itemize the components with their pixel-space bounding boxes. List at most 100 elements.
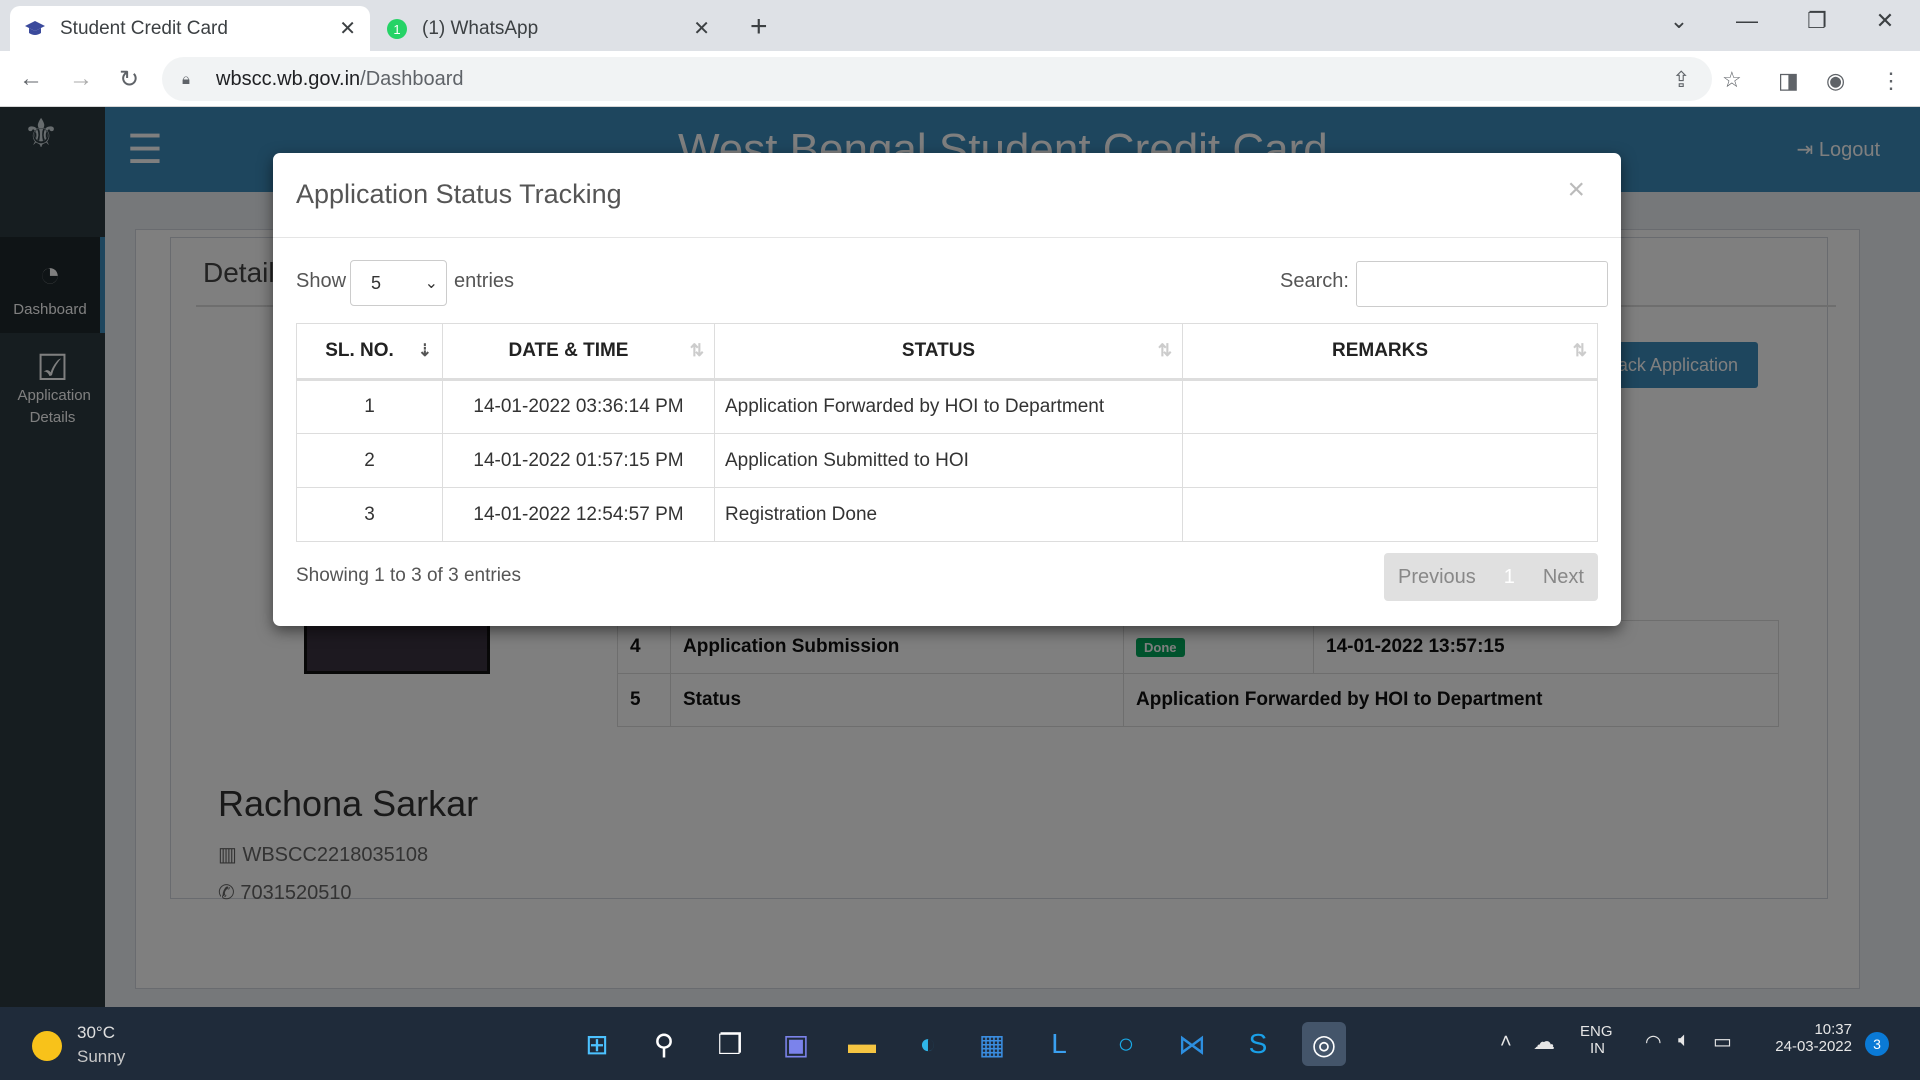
column-header-sl-no[interactable]: SL. NO. ⇣ xyxy=(296,323,443,381)
windows-start-icon[interactable]: ⊞ xyxy=(575,1022,619,1066)
search-icon[interactable]: ⚲ xyxy=(642,1022,686,1066)
column-header-label: SL. NO. xyxy=(325,340,394,361)
window-close-icon[interactable]: ✕ xyxy=(1865,8,1905,34)
table-info: Showing 1 to 3 of 3 entries xyxy=(296,565,521,586)
address-bar[interactable]: 🔒︎ wbscc.wb.gov.in/Dashboard ⇪ ☆ xyxy=(162,57,1742,101)
back-arrow-icon[interactable]: ← xyxy=(14,62,48,96)
clock-date: 24-03-2022 xyxy=(1775,1038,1852,1055)
sort-icon: ⇅ xyxy=(1157,341,1172,360)
previous-button[interactable]: Previous xyxy=(1398,566,1476,589)
chrome-icon[interactable]: ◎ xyxy=(1302,1022,1346,1066)
notification-count-badge[interactable]: 3 xyxy=(1865,1032,1889,1056)
restore-icon[interactable]: ❐ xyxy=(1797,8,1837,34)
share-icon[interactable]: ⇪ xyxy=(1672,67,1690,93)
wifi-icon[interactable]: ◠ xyxy=(1645,1031,1662,1054)
cell-status: Registration Done xyxy=(714,487,1183,542)
modal-header: Application Status Tracking × xyxy=(273,153,1621,238)
browser-tab-bar: Student Credit Card ✕ 1 (1) WhatsApp ✕ +… xyxy=(0,0,1920,51)
close-icon[interactable]: × xyxy=(1567,173,1585,207)
url-host: wbscc.wb.gov.in xyxy=(216,67,361,90)
cell-sl-no: 3 xyxy=(296,487,443,542)
language-code: ENG xyxy=(1580,1023,1613,1040)
task-view-icon[interactable]: ❐ xyxy=(708,1022,752,1066)
sort-ascending-icon: ⇣ xyxy=(417,341,432,360)
cell-status: Application Submitted to HOI xyxy=(714,433,1183,488)
cell-remarks xyxy=(1182,433,1598,488)
close-tab-icon[interactable]: ✕ xyxy=(693,16,710,41)
minimize-icon[interactable]: — xyxy=(1727,8,1767,34)
column-header-date-time[interactable]: DATE & TIME ⇅ xyxy=(442,323,715,381)
browser-toolbar: ← → ↻ 🔒︎ wbscc.wb.gov.in/Dashboard ⇪ ☆ ◨… xyxy=(0,51,1920,107)
cortana-icon[interactable]: ○ xyxy=(1104,1022,1148,1066)
table-header-row: SL. NO. ⇣ DATE & TIME ⇅ STATUS ⇅ REMARKS ⇅ xyxy=(296,323,1598,381)
url-path: /Dashboard xyxy=(360,67,464,90)
region-code: IN xyxy=(1590,1040,1605,1057)
sort-icon: ⇅ xyxy=(689,341,704,360)
profile-avatar-icon[interactable]: ◉ xyxy=(1826,68,1845,94)
tab-whatsapp[interactable]: 1 (1) WhatsApp ✕ xyxy=(372,6,724,51)
cell-datetime: 14-01-2022 03:36:14 PM xyxy=(442,379,715,434)
show-label: Show xyxy=(296,270,347,292)
skype-icon[interactable]: S xyxy=(1236,1022,1280,1066)
next-button[interactable]: Next xyxy=(1543,566,1584,589)
svg-text:1: 1 xyxy=(393,22,400,37)
column-header-label: REMARKS xyxy=(1331,340,1429,361)
table-row: 2 14-01-2022 01:57:15 PM Application Sub… xyxy=(296,433,1598,488)
language-indicator[interactable]: ENG IN xyxy=(1580,1023,1613,1057)
cell-sl-no: 1 xyxy=(296,379,443,434)
page-1-button[interactable]: 1 xyxy=(1504,566,1515,589)
bookmark-star-icon[interactable]: ☆ xyxy=(1722,67,1742,93)
sort-icon: ⇅ xyxy=(1572,341,1587,360)
entries-select-value: 5 xyxy=(371,272,382,293)
cell-datetime: 14-01-2022 12:54:57 PM xyxy=(442,487,715,542)
column-header-label: STATUS xyxy=(901,340,976,361)
search-label: Search: xyxy=(1280,270,1349,292)
search-input[interactable] xyxy=(1356,261,1608,307)
chevron-down-icon: ⌄ xyxy=(424,275,438,292)
cell-remarks xyxy=(1182,487,1598,542)
column-header-remarks[interactable]: REMARKS ⇅ xyxy=(1182,323,1598,381)
reload-icon[interactable]: ↻ xyxy=(112,62,146,96)
weather-description: Sunny xyxy=(77,1047,126,1066)
cell-remarks xyxy=(1182,379,1598,434)
volume-icon[interactable]: 🔈︎ xyxy=(1678,1029,1690,1052)
tab-student-credit-card[interactable]: Student Credit Card ✕ xyxy=(10,6,370,51)
status-tracking-modal: Application Status Tracking × Show 5 ⌄ e… xyxy=(273,153,1621,626)
new-tab-plus-icon[interactable]: + xyxy=(750,10,768,44)
tray-chevron-up-icon[interactable]: ˄ xyxy=(1500,1031,1512,1054)
microsoft-store-icon[interactable]: ▦ xyxy=(970,1022,1014,1066)
teams-chat-icon[interactable]: ▣ xyxy=(774,1022,818,1066)
tab-title: Student Credit Card xyxy=(60,17,228,39)
clock[interactable]: 10:37 24-03-2022 xyxy=(1762,1021,1852,1055)
cell-sl-no: 2 xyxy=(296,433,443,488)
cell-datetime: 14-01-2022 01:57:15 PM xyxy=(442,433,715,488)
onedrive-cloud-icon[interactable]: ☁ xyxy=(1533,1029,1555,1055)
weather-temperature: 30°C xyxy=(77,1023,115,1042)
lock-icon: 🔒︎ xyxy=(182,70,190,88)
l-app-icon[interactable]: L xyxy=(1037,1022,1081,1066)
table-row: 3 14-01-2022 12:54:57 PM Registration Do… xyxy=(296,487,1598,542)
modal-title: Application Status Tracking xyxy=(296,179,622,209)
column-header-label: DATE & TIME xyxy=(508,340,629,361)
close-tab-icon[interactable]: ✕ xyxy=(339,16,356,41)
sun-weather-icon[interactable] xyxy=(32,1031,62,1061)
graduation-cap-icon xyxy=(24,18,46,40)
file-explorer-icon[interactable]: ▬ xyxy=(840,1022,884,1066)
tab-title: (1) WhatsApp xyxy=(422,17,539,39)
whatsapp-icon: 1 xyxy=(386,18,408,40)
pagination: Previous 1 Next xyxy=(1384,553,1598,601)
table-row: 1 14-01-2022 03:36:14 PM Application For… xyxy=(296,379,1598,434)
side-panel-icon[interactable]: ◨ xyxy=(1778,68,1799,94)
entries-per-page-select[interactable]: 5 ⌄ xyxy=(350,260,447,306)
cell-status: Application Forwarded by HOI to Departme… xyxy=(714,379,1183,434)
column-header-status[interactable]: STATUS ⇅ xyxy=(714,323,1183,381)
browser-menu-icon[interactable]: ⋮ xyxy=(1880,68,1902,94)
edge-browser-icon[interactable]: ◐ xyxy=(906,1022,950,1066)
status-table: SL. NO. ⇣ DATE & TIME ⇅ STATUS ⇅ REMARKS ⇅ 1… xyxy=(296,323,1598,542)
entries-label: entries xyxy=(454,270,515,292)
tab-search-chevron-icon[interactable]: ⌄ xyxy=(1659,8,1699,34)
forward-arrow-icon[interactable]: → xyxy=(64,62,98,96)
battery-icon[interactable]: ▭ xyxy=(1713,1029,1732,1054)
vscode-icon[interactable]: ⋈ xyxy=(1170,1022,1214,1066)
clock-time: 10:37 xyxy=(1814,1021,1852,1038)
